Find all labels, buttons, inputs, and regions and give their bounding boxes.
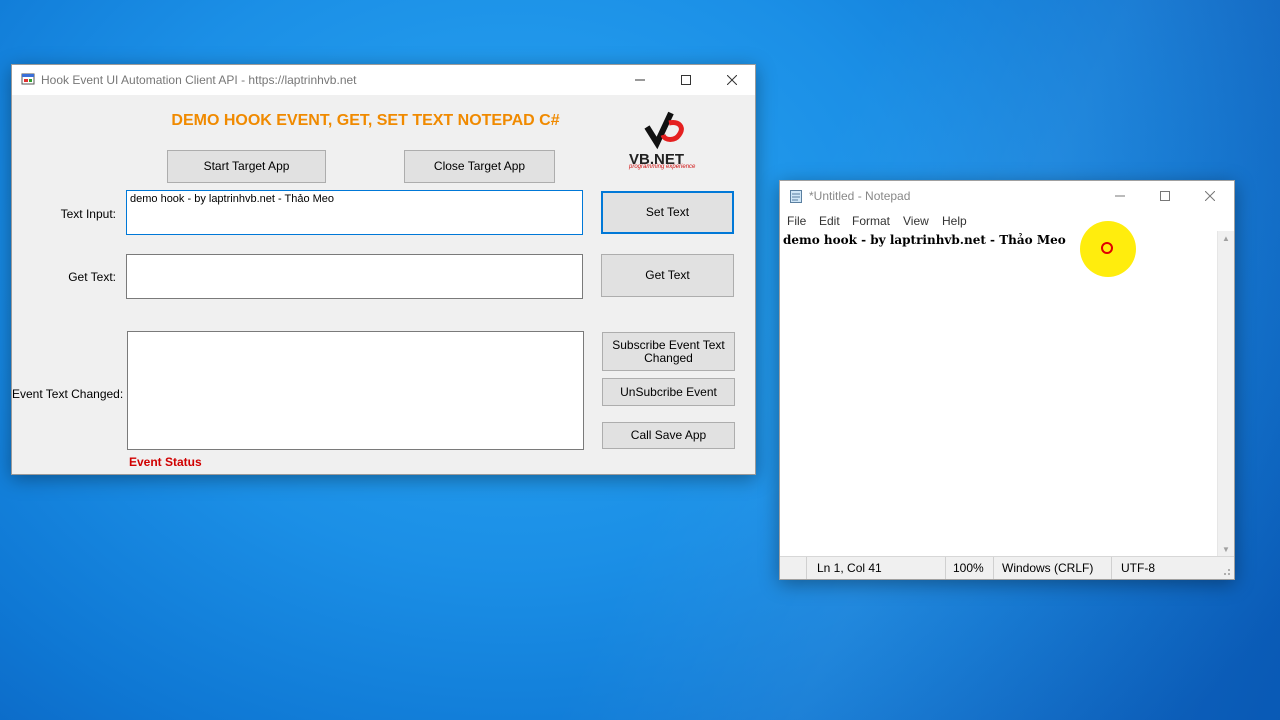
resize-grip-icon[interactable] xyxy=(1221,566,1231,576)
menu-view[interactable]: View xyxy=(903,214,929,228)
status-position: Ln 1, Col 41 xyxy=(817,561,882,575)
minimize-icon xyxy=(1115,195,1125,197)
notepad-status-bar: Ln 1, Col 41 100% Windows (CRLF) UTF-8 xyxy=(780,556,1234,579)
minimize-icon xyxy=(635,79,645,81)
menu-edit[interactable]: Edit xyxy=(819,214,840,228)
notepad-menu-bar: File Edit Format View Help xyxy=(780,211,1234,231)
event-status-label: Event Status xyxy=(129,455,202,469)
menu-help[interactable]: Help xyxy=(942,214,967,228)
logo-subtitle: programming experience xyxy=(629,164,696,170)
automation-client-window: Hook Event UI Automation Client API - ht… xyxy=(11,64,756,475)
maximize-button[interactable] xyxy=(663,65,709,95)
start-target-app-button[interactable]: Start Target App xyxy=(167,150,326,183)
status-line-ending: Windows (CRLF) xyxy=(1002,561,1094,575)
status-encoding: UTF-8 xyxy=(1121,561,1155,575)
close-icon xyxy=(727,75,737,85)
scroll-down-icon[interactable]: ▼ xyxy=(1218,542,1234,556)
scroll-up-icon[interactable]: ▲ xyxy=(1218,231,1234,245)
mouse-cursor-icon xyxy=(1101,242,1113,254)
app-icon xyxy=(21,73,35,85)
unsubscribe-event-button[interactable]: UnSubcribe Event xyxy=(602,378,735,406)
notepad-maximize-button[interactable] xyxy=(1142,181,1188,211)
get-text-button[interactable]: Get Text xyxy=(601,254,734,297)
page-heading: DEMO HOOK EVENT, GET, SET TEXT NOTEPAD C… xyxy=(171,112,560,129)
get-text-field[interactable] xyxy=(126,254,583,299)
event-text-changed-label: Event Text Changed: xyxy=(12,387,124,401)
close-icon xyxy=(1205,191,1215,201)
menu-format[interactable]: Format xyxy=(852,214,890,228)
notepad-close-button[interactable] xyxy=(1187,181,1233,211)
notepad-text-area[interactable]: demo hook - by laptrinhvb.net - Thảo Meo xyxy=(780,231,1217,556)
menu-file[interactable]: File xyxy=(787,214,806,228)
maximize-icon xyxy=(1160,191,1170,201)
get-text-label: Get Text: xyxy=(68,270,116,284)
call-save-app-button[interactable]: Call Save App xyxy=(602,422,735,449)
text-input-field[interactable]: demo hook - by laptrinhvb.net - Thảo Meo xyxy=(126,190,583,235)
notepad-window: *Untitled - Notepad File Edit Format Vie… xyxy=(779,180,1235,580)
window-title: Hook Event UI Automation Client API - ht… xyxy=(41,73,357,87)
notepad-minimize-button[interactable] xyxy=(1097,181,1143,211)
notepad-content: demo hook - by laptrinhvb.net - Thảo Meo xyxy=(783,233,1066,247)
text-input-label: Text Input: xyxy=(60,207,116,221)
status-zoom: 100% xyxy=(953,561,984,575)
notepad-title-bar[interactable]: *Untitled - Notepad xyxy=(780,181,1234,211)
close-button[interactable] xyxy=(709,65,755,95)
minimize-button[interactable] xyxy=(617,65,663,95)
event-text-changed-field[interactable] xyxy=(127,331,584,450)
subscribe-event-button[interactable]: Subscribe Event Text Changed xyxy=(602,332,735,371)
notepad-title: *Untitled - Notepad xyxy=(809,189,911,203)
maximize-icon xyxy=(681,75,691,85)
vertical-scrollbar[interactable]: ▲ ▼ xyxy=(1217,231,1234,556)
set-text-button[interactable]: Set Text xyxy=(601,191,734,234)
title-bar[interactable]: Hook Event UI Automation Client API - ht… xyxy=(12,65,755,95)
close-target-app-button[interactable]: Close Target App xyxy=(404,150,555,183)
notepad-icon xyxy=(790,190,802,203)
